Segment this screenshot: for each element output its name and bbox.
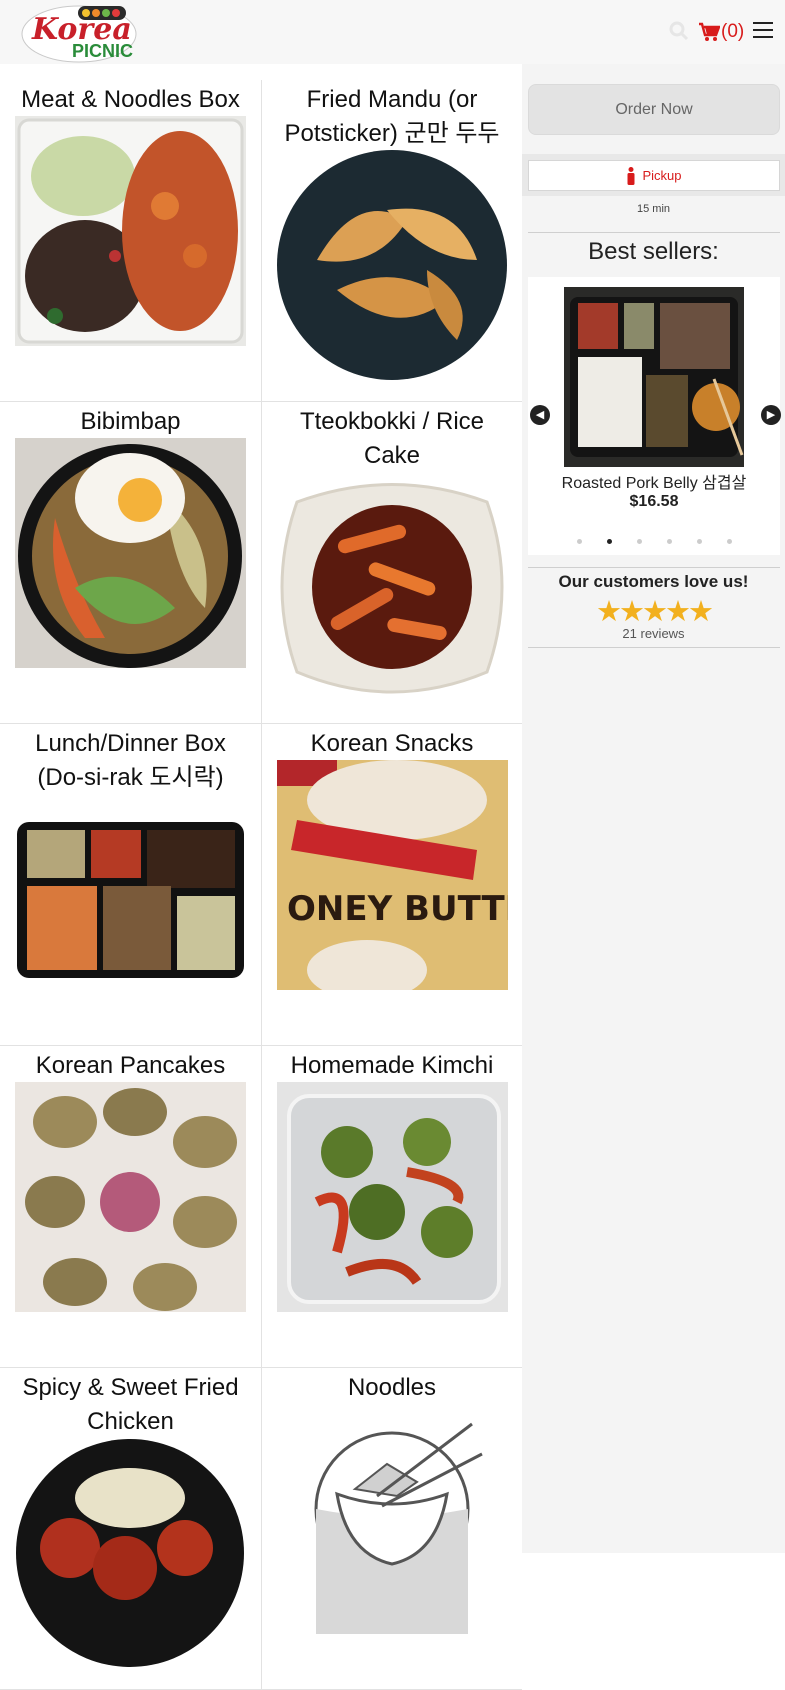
category-card-homemade-kimchi[interactable]: Homemade Kimchi [261, 1046, 522, 1368]
category-card-noodles[interactable]: Noodles [261, 1368, 522, 1690]
divider [528, 567, 780, 568]
category-title: Noodles [347, 1374, 437, 1401]
site-header: Korea PICNIC (0) [0, 0, 785, 64]
category-title: Meat & Noodles Box [21, 86, 240, 113]
reviews-count-link[interactable]: 21 reviews [522, 626, 785, 641]
category-title: Homemade Kimchi [290, 1052, 494, 1079]
carousel-dot[interactable] [666, 539, 672, 544]
category-title: Tteokbokki / Rice Cake [299, 408, 485, 469]
roasted-pork-belly-image[interactable] [564, 287, 744, 467]
category-card-korean-pancakes[interactable]: Korean Pancakes [0, 1046, 261, 1368]
korean-snacks-image: ONEY BUTTER [277, 760, 508, 990]
lunch-dinner-box-image [15, 808, 246, 994]
carousel-dot-active[interactable] [606, 539, 612, 544]
svg-text:PICNIC: PICNIC [72, 41, 133, 61]
pickup-button[interactable]: Pickup [528, 160, 780, 191]
next-arrow-icon[interactable]: ▶ [761, 405, 781, 425]
category-card-korean-snacks[interactable]: Korean Snacks ONEY BUTTER [261, 724, 522, 1046]
category-card-lunch-dinner-box[interactable]: Lunch/Dinner Box (Do-si-rak 도시락) [0, 724, 261, 1046]
divider [528, 647, 780, 648]
divider [528, 232, 780, 233]
korean-pancakes-image [15, 1082, 246, 1312]
category-title: Korean Snacks [310, 730, 474, 757]
search-icon[interactable] [669, 21, 691, 43]
hamburger-menu-icon[interactable] [753, 22, 773, 42]
carousel-dot[interactable] [696, 539, 702, 544]
category-title: Bibimbap [80, 408, 181, 435]
order-now-button[interactable]: Order Now [528, 84, 780, 135]
carousel-dot[interactable] [726, 539, 732, 544]
carousel-dot[interactable] [576, 539, 582, 544]
category-card-fried-mandu[interactable]: Fried Mandu (or Potsticker) 군만 두두 [261, 80, 522, 402]
pickup-time: 15 min [636, 203, 671, 215]
tteokbokki-image [277, 472, 508, 702]
cart-icon [699, 22, 720, 41]
carousel-dots [528, 539, 780, 544]
product-price: $16.58 [629, 493, 679, 510]
category-title: Spicy & Sweet Fried Chicken [22, 1374, 239, 1435]
pickup-label: Pickup [642, 168, 682, 183]
order-sidebar: Order Now Pickup 15 min Best sellers: Ro… [522, 64, 785, 1553]
category-title: Fried Mandu (or Potsticker) 군만 두두 [284, 86, 500, 147]
category-title: Lunch/Dinner Box (Do-si-rak 도시락) [35, 730, 226, 791]
category-card-tteokbokki[interactable]: Tteokbokki / Rice Cake [261, 402, 522, 724]
korea-picnic-logo[interactable]: Korea PICNIC [20, 1, 138, 63]
fried-mandu-image [277, 150, 508, 380]
meat-noodles-box-image [15, 116, 246, 346]
product-name[interactable]: Roasted Pork Belly 삼겹살 [528, 469, 780, 493]
category-card-bibimbap[interactable]: Bibimbap [0, 402, 261, 724]
carousel-dot[interactable] [636, 539, 642, 544]
category-card-meat-noodles-box[interactable]: Meat & Noodles Box [0, 80, 261, 402]
customers-love-title: Our customers love us! [558, 572, 749, 591]
best-sellers-carousel: Roasted Pork Belly 삼겹살 $16.58 ◀ ▶ [528, 277, 781, 555]
cart-button[interactable]: (0) [698, 20, 744, 44]
best-sellers-title: Best sellers: [588, 238, 719, 265]
noodles-placeholder-image [277, 1404, 508, 1634]
person-icon [627, 166, 635, 185]
fulfillment-bar: Pickup [522, 154, 785, 196]
cart-count: (0) [721, 21, 745, 42]
fried-chicken-image [15, 1438, 246, 1668]
category-card-fried-chicken[interactable]: Spicy & Sweet Fried Chicken [0, 1368, 261, 1690]
homemade-kimchi-image [277, 1082, 508, 1312]
svg-text:ONEY BUTTER: ONEY BUTTER [287, 889, 508, 929]
category-title: Korean Pancakes [35, 1052, 226, 1079]
previous-arrow-icon[interactable]: ◀ [530, 405, 550, 425]
star-rating-icon: ★★★★★ [596, 596, 714, 628]
bibimbap-image [15, 438, 246, 668]
